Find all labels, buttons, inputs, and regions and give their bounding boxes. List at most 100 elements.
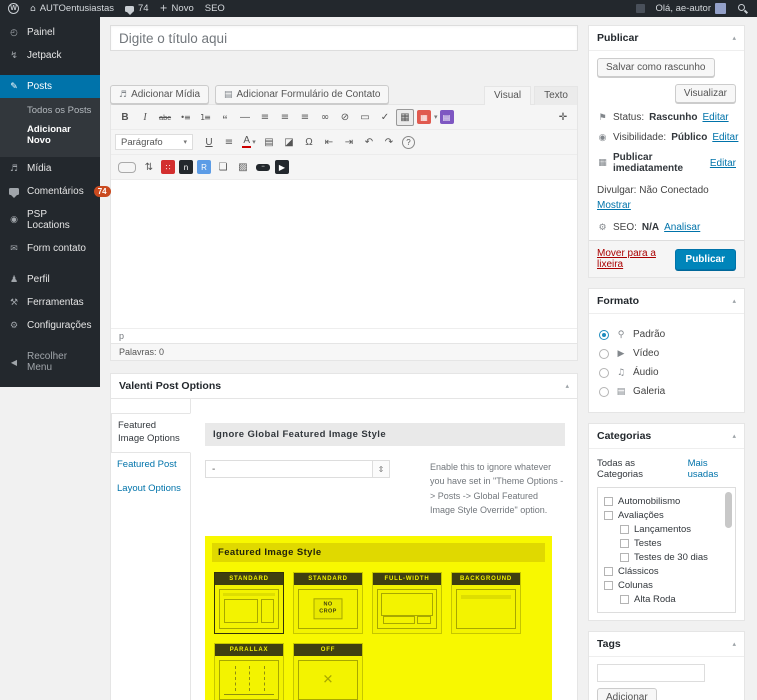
align-left-button[interactable]: ≡ bbox=[256, 109, 274, 126]
format-option-padrao[interactable]: ⚲ Padrão bbox=[599, 329, 734, 340]
sidebar-item-psp-locations[interactable]: ◉PSP Locations bbox=[0, 203, 100, 237]
edit-schedule-link[interactable]: Editar bbox=[710, 158, 736, 169]
category-checklist[interactable]: Automobilismo Avaliações Lançamentos Tes… bbox=[597, 487, 736, 613]
sidebar-item-perfil[interactable]: ♟Perfil bbox=[0, 268, 100, 291]
category-item[interactable]: Alta Roda bbox=[620, 592, 721, 606]
special-character-button[interactable]: Ω bbox=[300, 134, 318, 151]
read-more-button[interactable]: ▭ bbox=[356, 109, 374, 126]
clear-formatting-button[interactable]: ◪ bbox=[280, 134, 298, 151]
radio-checked[interactable] bbox=[599, 330, 609, 340]
checkbox[interactable] bbox=[604, 581, 613, 590]
checkbox[interactable] bbox=[620, 553, 629, 562]
paste-as-text-button[interactable]: ▤ bbox=[260, 134, 278, 151]
valenti-header[interactable]: Valenti Post Options ▴ bbox=[111, 374, 577, 399]
add-contact-form-button[interactable]: ▤Adicionar Formulário de Contato bbox=[215, 85, 389, 104]
radio[interactable] bbox=[599, 349, 609, 359]
paragraph-format-select[interactable]: Parágrafo▾ bbox=[115, 134, 193, 150]
checkbox[interactable] bbox=[620, 525, 629, 534]
contact-form-insert-button[interactable]: ▤ bbox=[440, 110, 454, 124]
fullscreen-button[interactable]: ✛ bbox=[554, 109, 572, 126]
collapse-menu-button[interactable]: ◀Recolher Menu bbox=[0, 345, 100, 379]
style-option-background[interactable]: BACKGROUND bbox=[451, 572, 521, 634]
align-center-button[interactable]: ≡ bbox=[276, 109, 294, 126]
toolbar-toggle-button[interactable]: ▦ bbox=[396, 109, 414, 126]
tab-visual[interactable]: Visual bbox=[484, 86, 531, 105]
tab-featured-post[interactable]: Featured Post bbox=[111, 453, 190, 478]
sidebar-item-painel[interactable]: ◴Painel bbox=[0, 21, 100, 44]
justify-button[interactable]: ≡ bbox=[220, 134, 238, 151]
select-spinner-icon[interactable]: ⇕ bbox=[373, 460, 390, 478]
preview-button[interactable]: Visualizar bbox=[675, 84, 736, 103]
format-option-audio[interactable]: ♫ Áudio bbox=[599, 367, 734, 378]
proofread-button[interactable]: ✓ bbox=[376, 109, 394, 126]
sidebar-item-midia[interactable]: ♬Mídia bbox=[0, 157, 100, 180]
site-name-menu[interactable]: ⌂AUTOentusiastas bbox=[30, 3, 114, 14]
outdent-button[interactable]: ⇤ bbox=[320, 134, 338, 151]
tab-texto[interactable]: Texto bbox=[534, 86, 578, 105]
edit-visibility-link[interactable]: Editar bbox=[712, 132, 738, 143]
seo-analyze-link[interactable]: Analisar bbox=[664, 222, 700, 233]
radio[interactable] bbox=[599, 387, 609, 397]
comments-shortcut[interactable]: 74 bbox=[125, 3, 149, 14]
strikethrough-button[interactable]: abc bbox=[156, 109, 174, 126]
sidebar-item-jetpack[interactable]: ↯Jetpack bbox=[0, 44, 100, 67]
red-plugin-button[interactable]: ∷ bbox=[161, 160, 175, 174]
italic-button[interactable]: I bbox=[136, 109, 154, 126]
post-title-input[interactable] bbox=[110, 25, 578, 51]
checkbox[interactable] bbox=[604, 567, 613, 576]
sidebar-item-form-contato[interactable]: ✉Form contato bbox=[0, 237, 100, 260]
publish-header[interactable]: Publicar ▴ bbox=[589, 26, 744, 51]
categories-header[interactable]: Categorias ▴ bbox=[589, 424, 744, 449]
text-height-button[interactable]: ⇅ bbox=[140, 159, 158, 176]
sidebar-item-adicionar-novo[interactable]: Adicionar Novo bbox=[0, 120, 100, 150]
collapse-icon[interactable]: ▴ bbox=[565, 382, 569, 390]
new-content-menu[interactable]: +Novo bbox=[160, 3, 194, 14]
checkbox[interactable] bbox=[620, 539, 629, 548]
category-item[interactable]: Testes de 30 dias bbox=[620, 550, 721, 564]
horizontal-rule-button[interactable]: — bbox=[236, 109, 254, 126]
collapse-icon[interactable]: ▴ bbox=[732, 640, 736, 648]
r-plugin-button[interactable]: R bbox=[197, 160, 211, 174]
new-tag-input[interactable] bbox=[597, 664, 705, 682]
bold-button[interactable]: B bbox=[116, 109, 134, 126]
publicize-show-link[interactable]: Mostrar bbox=[597, 200, 631, 211]
add-media-button[interactable]: ♬Adicionar Mídia bbox=[110, 85, 209, 104]
category-item[interactable]: Colunas bbox=[604, 578, 721, 592]
seo-menu[interactable]: SEO bbox=[205, 3, 225, 14]
publish-button[interactable]: Publicar bbox=[675, 249, 736, 270]
dark-pill-button[interactable]: − bbox=[256, 164, 270, 171]
category-item[interactable]: Testes bbox=[620, 536, 721, 550]
undo-button[interactable]: ↶ bbox=[360, 134, 378, 151]
sidebar-item-todos-os-posts[interactable]: Todos os Posts bbox=[0, 101, 100, 120]
checkbox[interactable] bbox=[604, 511, 613, 520]
tab-most-used[interactable]: Mais usadas bbox=[688, 458, 736, 480]
video-embed-button[interactable]: ▶ bbox=[275, 160, 289, 174]
editor-canvas[interactable] bbox=[111, 180, 577, 328]
button-shortcode-icon[interactable] bbox=[118, 162, 136, 173]
ignore-global-style-select[interactable]: - ⇕ bbox=[205, 460, 390, 518]
n-plugin-button[interactable]: n bbox=[179, 160, 193, 174]
pattern-button[interactable]: ▨ bbox=[234, 159, 252, 176]
tab-featured-image-options[interactable]: Featured Image Options bbox=[111, 413, 191, 453]
page-insert-button[interactable]: ❏ bbox=[214, 159, 232, 176]
style-option-parallax[interactable]: PARALLAX bbox=[214, 643, 284, 700]
style-option-off[interactable]: OFF ✕ bbox=[293, 643, 363, 700]
category-item[interactable]: Lançamentos bbox=[620, 522, 721, 536]
checkbox[interactable] bbox=[620, 595, 629, 604]
underline-button[interactable]: U bbox=[200, 134, 218, 151]
indent-button[interactable]: ⇥ bbox=[340, 134, 358, 151]
remove-link-button[interactable]: ⊘ bbox=[336, 109, 354, 126]
style-option-standard[interactable]: STANDARD bbox=[214, 572, 284, 634]
collapse-icon[interactable]: ▴ bbox=[732, 432, 736, 440]
save-draft-button[interactable]: Salvar como rascunho bbox=[597, 58, 715, 77]
category-item[interactable]: Avaliações bbox=[604, 508, 721, 522]
category-item[interactable]: Clássicos bbox=[604, 564, 721, 578]
my-account-menu[interactable]: Olá, ae-autor bbox=[656, 3, 726, 14]
sidebar-item-ferramentas[interactable]: ⚒Ferramentas bbox=[0, 291, 100, 314]
category-item[interactable]: Automobilismo bbox=[604, 494, 721, 508]
format-option-video[interactable]: ▶ Vídeo bbox=[599, 348, 734, 359]
wordpress-menu[interactable]: W bbox=[8, 3, 19, 14]
tab-layout-options[interactable]: Layout Options bbox=[111, 477, 190, 502]
style-option-full-width[interactable]: FULL-WIDTH bbox=[372, 572, 442, 634]
shortcodes-button[interactable]: ▦ bbox=[417, 110, 431, 124]
